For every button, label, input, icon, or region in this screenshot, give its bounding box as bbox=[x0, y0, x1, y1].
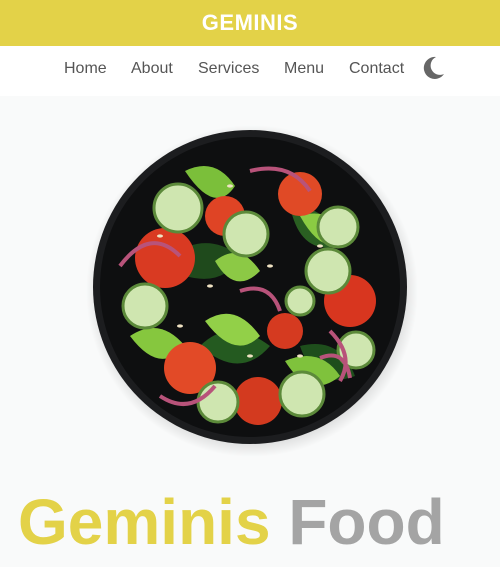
nav-link-about[interactable]: About bbox=[131, 60, 173, 78]
hero-headline: Geminis Food bbox=[18, 486, 445, 558]
salad-bowl-image bbox=[86, 125, 418, 457]
brand-logo-text[interactable]: GEMINIS bbox=[202, 10, 298, 36]
headline-food-word: Food bbox=[288, 486, 445, 558]
nav-link-services[interactable]: Services bbox=[198, 60, 259, 78]
moon-icon[interactable] bbox=[419, 54, 447, 82]
nav-link-contact[interactable]: Contact bbox=[349, 60, 404, 78]
headline-brand-word: Geminis bbox=[18, 486, 271, 558]
top-header-bar: GEMINIS bbox=[0, 0, 500, 46]
nav-link-home[interactable]: Home bbox=[64, 60, 107, 78]
nav-link-menu[interactable]: Menu bbox=[284, 60, 324, 78]
hero-section bbox=[0, 96, 500, 486]
